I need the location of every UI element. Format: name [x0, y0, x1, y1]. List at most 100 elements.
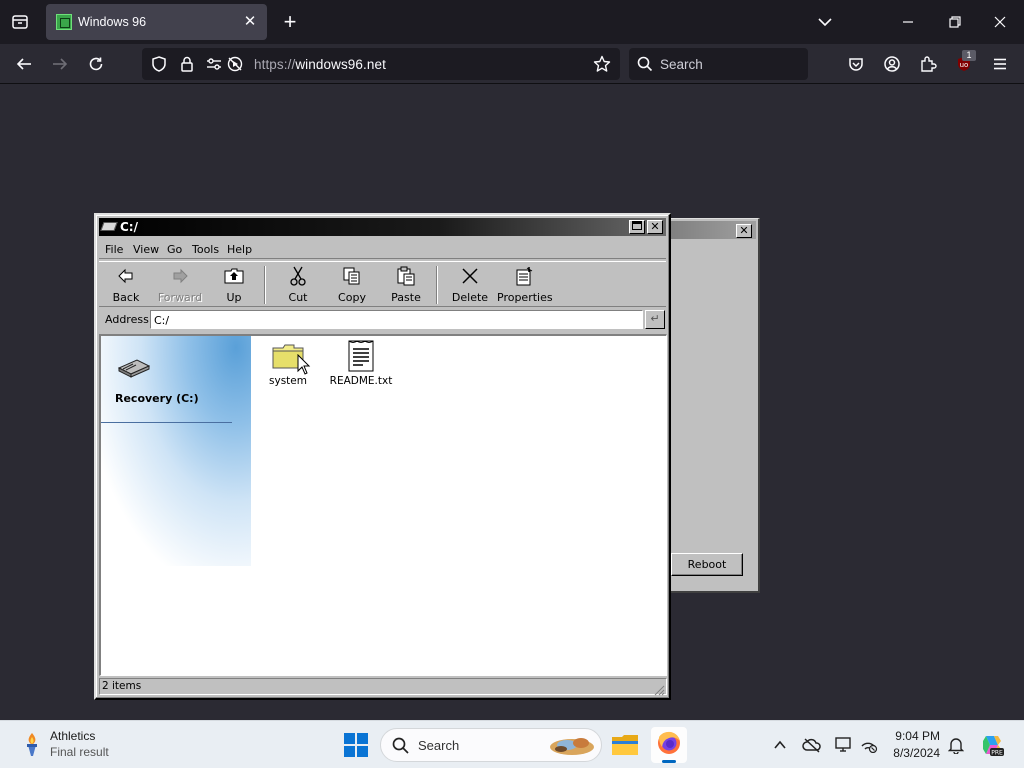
- back-arrow-icon: [116, 266, 136, 286]
- clock-time[interactable]: 9:04 PM: [895, 729, 940, 743]
- close-icon[interactable]: ✕: [736, 224, 752, 238]
- onedrive-offline-icon[interactable]: [802, 735, 822, 755]
- search-placeholder: Search: [660, 57, 703, 72]
- clock-date[interactable]: 8/3/2024: [893, 746, 940, 760]
- scissors-icon: [288, 266, 308, 286]
- back-arrow-icon[interactable]: [12, 52, 36, 76]
- windows96-favicon-icon: [56, 14, 72, 30]
- search-icon: [637, 56, 653, 77]
- properties-label: Properties: [497, 291, 553, 304]
- menu-view[interactable]: View: [133, 243, 159, 256]
- firefox-app-icon[interactable]: [651, 727, 687, 763]
- windows-start-icon[interactable]: [343, 732, 369, 758]
- folder-up-icon: [224, 266, 244, 286]
- properties-button[interactable]: Properties: [497, 262, 553, 308]
- new-tab-button[interactable]: +: [278, 8, 302, 36]
- widget-title[interactable]: Athletics: [50, 729, 95, 743]
- menu-help[interactable]: Help: [227, 243, 252, 256]
- copy-button[interactable]: Copy: [325, 262, 379, 308]
- permissions-icon[interactable]: [205, 55, 223, 78]
- minimize-icon[interactable]: [898, 12, 918, 32]
- tab-windows96[interactable]: Windows 96 ✕: [46, 4, 267, 40]
- menu-tools[interactable]: Tools: [192, 243, 219, 256]
- autoplay-blocked-icon[interactable]: [226, 55, 244, 78]
- forward-button[interactable]: Forward: [153, 262, 207, 308]
- recovery-dialog-window: ✕ Reboot: [668, 218, 760, 593]
- display-icon[interactable]: [834, 735, 854, 755]
- lock-icon[interactable]: [178, 55, 196, 78]
- menu-go[interactable]: Go: [167, 243, 182, 256]
- file-view: Recovery (C:) system README.txt: [99, 334, 667, 676]
- address-bar[interactable]: https://windows96.net: [142, 48, 620, 80]
- delete-button[interactable]: Delete: [443, 262, 497, 308]
- file-item-readme[interactable]: README.txt: [328, 340, 394, 387]
- account-icon[interactable]: [880, 52, 904, 76]
- delete-x-icon: [460, 266, 480, 286]
- widget-subtitle[interactable]: Final result: [50, 745, 109, 759]
- svg-text:uo: uo: [960, 61, 969, 69]
- maximize-icon[interactable]: [629, 220, 645, 234]
- restore-icon[interactable]: [945, 12, 965, 32]
- tracking-protection-shield-icon[interactable]: [150, 55, 168, 78]
- list-all-tabs-icon[interactable]: [8, 10, 32, 34]
- status-bar: 2 items: [99, 678, 667, 696]
- copilot-icon[interactable]: PRE: [980, 733, 1004, 757]
- url-scheme: https://: [254, 57, 296, 72]
- close-icon[interactable]: ✕: [647, 220, 663, 234]
- explorer-toolbar: Back Forward Up Cut Copy Paste Delete Pr…: [99, 261, 666, 307]
- url-host: windows96.net: [295, 57, 386, 72]
- file-item-system[interactable]: system: [255, 340, 321, 387]
- dialog-titlebar: ✕: [671, 221, 756, 239]
- url-text: https://windows96.net: [254, 57, 386, 72]
- notification-bell-icon[interactable]: [946, 735, 966, 755]
- chevron-down-icon[interactable]: [815, 12, 835, 32]
- drive-icon: [100, 222, 118, 231]
- browser-navigation-bar: https://windows96.net Search uo 1: [0, 44, 1024, 84]
- drive-title: Recovery (C:): [115, 392, 199, 405]
- active-app-indicator: [662, 760, 676, 763]
- search-highlight-icon: [547, 733, 597, 757]
- address-row: Address C:/ ↵: [99, 309, 666, 331]
- copy-label: Copy: [338, 291, 366, 304]
- up-label: Up: [226, 291, 242, 304]
- network-disconnected-icon[interactable]: [859, 735, 879, 755]
- pocket-icon[interactable]: [844, 52, 868, 76]
- taskbar-search-placeholder: Search: [418, 738, 460, 753]
- go-arrow-icon[interactable]: ↵: [645, 310, 665, 329]
- delete-label: Delete: [451, 291, 489, 304]
- explorer-titlebar[interactable]: C:/ ✕: [99, 218, 666, 236]
- mouse-cursor-icon: [297, 353, 311, 380]
- hamburger-menu-icon[interactable]: [988, 52, 1012, 76]
- paste-button[interactable]: Paste: [379, 262, 433, 308]
- item-count: 2 items: [102, 680, 142, 692]
- up-button[interactable]: Up: [207, 262, 261, 308]
- show-hidden-icons-chevron-up-icon[interactable]: [770, 735, 790, 755]
- close-tab-icon[interactable]: ✕: [241, 13, 259, 31]
- forward-label: Forward: [157, 291, 203, 304]
- back-label: Back: [112, 291, 140, 304]
- menu-file[interactable]: File: [105, 243, 123, 256]
- paste-clipboard-icon: [396, 266, 416, 286]
- torch-widget-icon[interactable]: [18, 730, 46, 758]
- address-input[interactable]: C:/: [150, 310, 643, 329]
- windows-taskbar: Athletics Final result Search 9:04 PM 8/…: [0, 720, 1024, 768]
- svg-text:PRE: PRE: [991, 750, 1003, 757]
- reboot-button[interactable]: Reboot: [671, 553, 743, 576]
- back-button[interactable]: Back: [99, 262, 153, 308]
- taskbar-search-box[interactable]: Search: [380, 728, 602, 762]
- resize-grip-icon[interactable]: [653, 681, 665, 696]
- file-name: system: [269, 375, 307, 387]
- reload-icon[interactable]: [84, 52, 108, 76]
- extensions-puzzle-icon[interactable]: [916, 52, 940, 76]
- cut-button[interactable]: Cut: [271, 262, 325, 308]
- drive-icon: [117, 356, 151, 378]
- file-explorer-app-icon[interactable]: [609, 729, 641, 761]
- search-bar[interactable]: Search: [629, 48, 808, 80]
- close-window-icon[interactable]: [990, 12, 1010, 32]
- browser-tab-strip: Windows 96 ✕ +: [0, 0, 1024, 44]
- forward-arrow-icon: [170, 266, 190, 286]
- forward-arrow-icon[interactable]: [48, 52, 72, 76]
- bookmark-star-icon[interactable]: [593, 55, 611, 78]
- toolbar-separator: [436, 266, 438, 304]
- menu-bar: File View Go Tools Help: [99, 239, 666, 259]
